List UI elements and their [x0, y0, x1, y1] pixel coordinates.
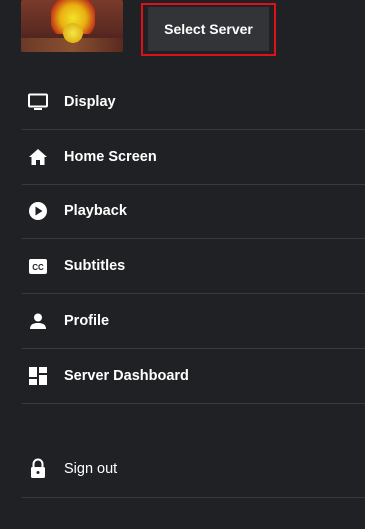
lock-icon — [30, 458, 48, 478]
menu-item-server-dashboard[interactable]: Server Dashboard — [22, 349, 365, 404]
menu-item-display[interactable]: Display — [22, 75, 365, 130]
menu-item-label: Playback — [64, 203, 127, 220]
menu-item-label: Profile — [64, 313, 110, 330]
settings-menu: Display Home Screen Playback CC Subtitle… — [0, 75, 365, 404]
menu-item-profile[interactable]: Profile — [22, 294, 365, 349]
play-circle-icon — [28, 201, 48, 221]
sign-out-label: Sign out — [64, 461, 118, 477]
svg-text:CC: CC — [32, 263, 44, 272]
menu-item-label: Server Dashboard — [64, 367, 189, 384]
select-server-highlight: Select Server — [141, 3, 276, 56]
menu-item-label: Display — [64, 93, 116, 110]
person-icon — [28, 311, 48, 331]
home-icon — [28, 147, 48, 167]
dashboard-icon — [28, 366, 48, 386]
closed-captions-icon: CC — [28, 256, 48, 276]
menu-item-label: Home Screen — [64, 148, 157, 165]
monitor-icon — [28, 92, 48, 112]
menu-item-subtitles[interactable]: CC Subtitles — [22, 239, 365, 295]
menu-item-playback[interactable]: Playback — [22, 185, 365, 240]
sign-out-item[interactable]: Sign out — [22, 440, 365, 498]
menu-item-label: Subtitles — [64, 258, 126, 275]
avatar[interactable] — [21, 0, 123, 52]
select-server-button[interactable]: Select Server — [148, 7, 269, 51]
menu-item-home-screen[interactable]: Home Screen — [22, 130, 365, 185]
header: Select Server — [0, 0, 365, 60]
